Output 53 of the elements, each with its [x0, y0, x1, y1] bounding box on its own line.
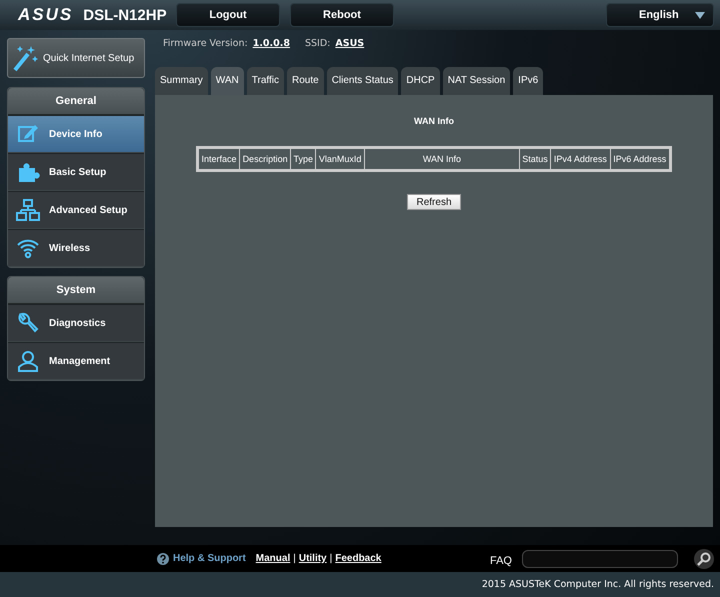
tab[interactable]: IPv6: [513, 67, 544, 95]
tab[interactable]: Route: [287, 67, 324, 95]
tab[interactable]: Clients Status: [326, 67, 398, 95]
help-icon: [157, 552, 169, 564]
faq-label: FAQ: [490, 554, 512, 566]
logout-button[interactable]: Logout: [176, 3, 280, 27]
search-icon: [697, 552, 711, 566]
menu-heading: General: [8, 88, 144, 115]
tab[interactable]: WAN: [210, 67, 244, 95]
ssid-link[interactable]: ASUS: [335, 38, 364, 62]
menu-item[interactable]: Wireless: [8, 229, 144, 267]
column-header: IPv6 Address: [610, 149, 669, 169]
column-header: IPv4 Address: [551, 149, 610, 169]
menu-item[interactable]: Diagnostics: [8, 304, 144, 342]
menu-item[interactable]: Management: [8, 342, 144, 380]
column-header: Interface: [199, 149, 239, 169]
footer-link[interactable]: Manual: [256, 553, 290, 564]
wrench-icon: [16, 311, 40, 335]
menu-item[interactable]: Basic Setup: [8, 153, 144, 191]
reboot-button[interactable]: Reboot: [290, 3, 394, 27]
column-header: Description: [240, 149, 290, 169]
brand-logo: ASUS: [18, 5, 74, 25]
panel-title: WAN Info: [414, 116, 454, 126]
tab[interactable]: DHCP: [401, 67, 440, 95]
quick-setup-button[interactable]: Quick Internet Setup: [7, 38, 145, 78]
tab[interactable]: NAT Session: [442, 67, 510, 95]
menu-item[interactable]: Device Info: [8, 115, 144, 153]
firmware-label: Firmware Version:: [163, 38, 248, 51]
menu-item[interactable]: Advanced Setup: [8, 191, 144, 229]
search-button[interactable]: [694, 548, 714, 568]
magic-wand-icon: [12, 44, 38, 72]
separator-text: |: [330, 553, 332, 564]
language-dropdown[interactable]: English: [606, 3, 714, 27]
user-icon: [16, 349, 40, 373]
model-name: DSL-N12HP: [83, 6, 167, 24]
network-icon: [16, 198, 40, 222]
tab[interactable]: Summary: [155, 67, 208, 95]
menu-heading: System: [8, 277, 144, 304]
firmware-link[interactable]: 1.0.0.8: [252, 38, 290, 62]
copyright-text: 2015 ASUSTeK Computer Inc. All rights reserved.: [482, 579, 714, 590]
column-header: Status: [520, 149, 550, 169]
column-header: Type: [291, 149, 316, 169]
refresh-button[interactable]: Refresh: [407, 194, 460, 210]
footer-link[interactable]: Feedback: [335, 553, 382, 564]
ssid-label: SSID:: [304, 38, 330, 51]
separator-text: |: [293, 553, 296, 564]
column-header: VlanMuxId: [316, 149, 364, 169]
tab[interactable]: Traffic: [246, 67, 284, 95]
faq-search-field[interactable]: [522, 550, 678, 568]
caret-icon: [695, 12, 705, 18]
column-header: WAN Info: [364, 149, 519, 169]
footer-link[interactable]: Utility: [298, 553, 327, 564]
help-support-link[interactable]: Help & Support: [173, 553, 246, 564]
